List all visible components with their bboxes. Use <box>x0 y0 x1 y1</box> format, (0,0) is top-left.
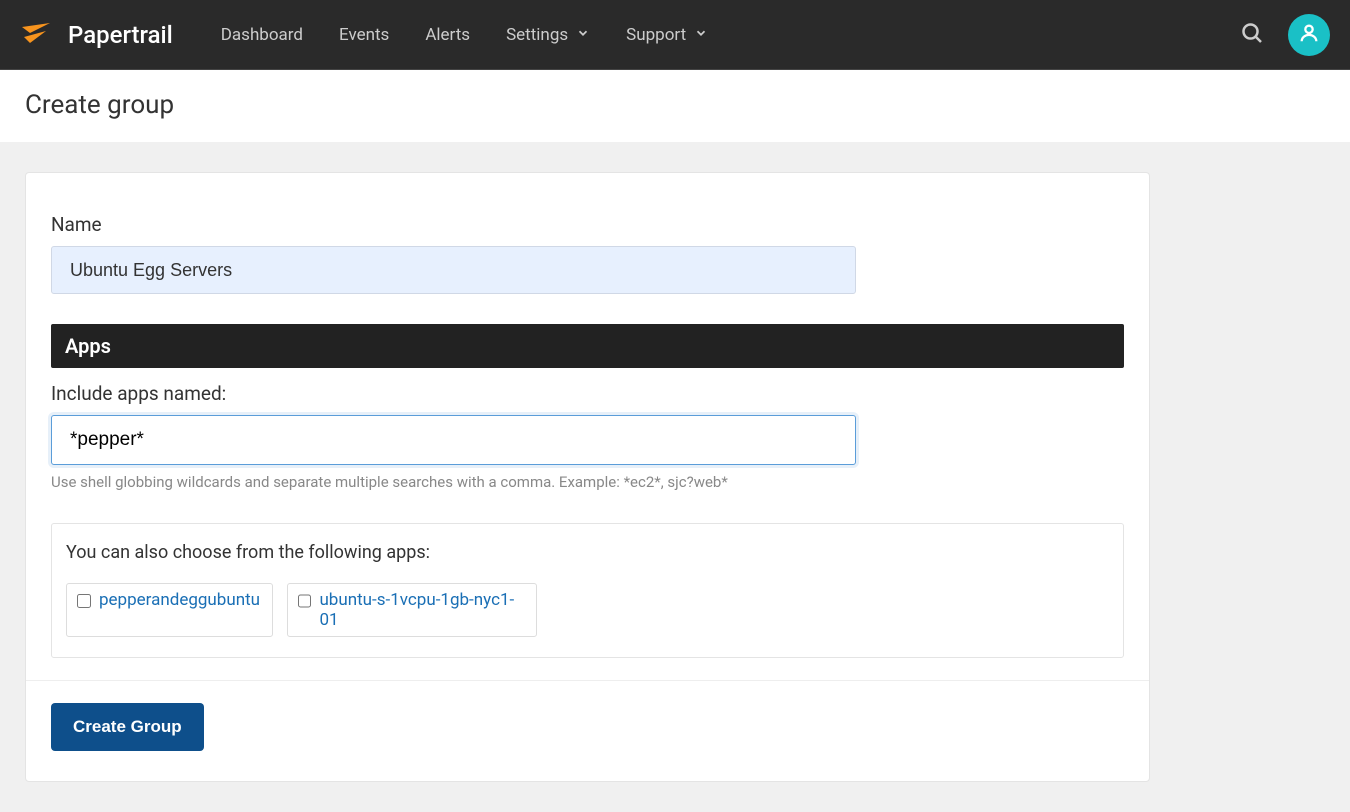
content-area: Name Apps Include apps named: Use shell … <box>0 142 1350 812</box>
nav-label: Alerts <box>425 25 470 45</box>
chevron-down-icon <box>694 25 708 45</box>
app-checkbox[interactable] <box>77 594 91 608</box>
chevron-down-icon <box>576 25 590 45</box>
top-navbar: Papertrail Dashboard Events Alerts Setti… <box>0 0 1350 70</box>
name-label: Name <box>51 213 1124 236</box>
nav-alerts[interactable]: Alerts <box>407 0 488 70</box>
nav-label: Settings <box>506 25 568 45</box>
app-option[interactable]: pepperandeggubuntu <box>66 583 273 637</box>
available-apps-box: You can also choose from the following a… <box>51 523 1124 658</box>
search-button[interactable] <box>1226 21 1278 49</box>
brand-logo-icon <box>20 19 52 51</box>
choose-apps-label: You can also choose from the following a… <box>66 542 1109 563</box>
app-option-label: ubuntu-s-1vcpu-1gb-nyc1-01 <box>319 590 524 630</box>
nav-label: Support <box>626 25 686 45</box>
app-checkbox[interactable] <box>298 594 311 608</box>
nav-support[interactable]: Support <box>608 0 726 70</box>
submit-row: Create Group <box>26 680 1149 751</box>
page-title: Create group <box>25 90 1325 120</box>
app-option-label: pepperandeggubuntu <box>99 590 260 610</box>
search-icon <box>1240 21 1264 49</box>
nav-dashboard[interactable]: Dashboard <box>203 0 321 70</box>
user-avatar[interactable] <box>1288 14 1330 56</box>
group-name-input[interactable] <box>51 246 856 294</box>
brand-name: Papertrail <box>68 21 173 49</box>
page-header: Create group <box>0 70 1350 142</box>
create-group-button[interactable]: Create Group <box>51 703 204 751</box>
nav-label: Dashboard <box>221 25 303 45</box>
nav-label: Events <box>339 25 389 45</box>
apps-section-header: Apps <box>51 324 1124 368</box>
app-option[interactable]: ubuntu-s-1vcpu-1gb-nyc1-01 <box>287 583 537 637</box>
user-icon <box>1298 22 1320 48</box>
nav-events[interactable]: Events <box>321 0 407 70</box>
nav-settings[interactable]: Settings <box>488 0 608 70</box>
include-apps-label: Include apps named: <box>51 382 1124 405</box>
create-group-card: Name Apps Include apps named: Use shell … <box>25 172 1150 782</box>
include-help-text: Use shell globbing wildcards and separat… <box>51 473 1124 491</box>
include-apps-input[interactable] <box>51 415 856 465</box>
